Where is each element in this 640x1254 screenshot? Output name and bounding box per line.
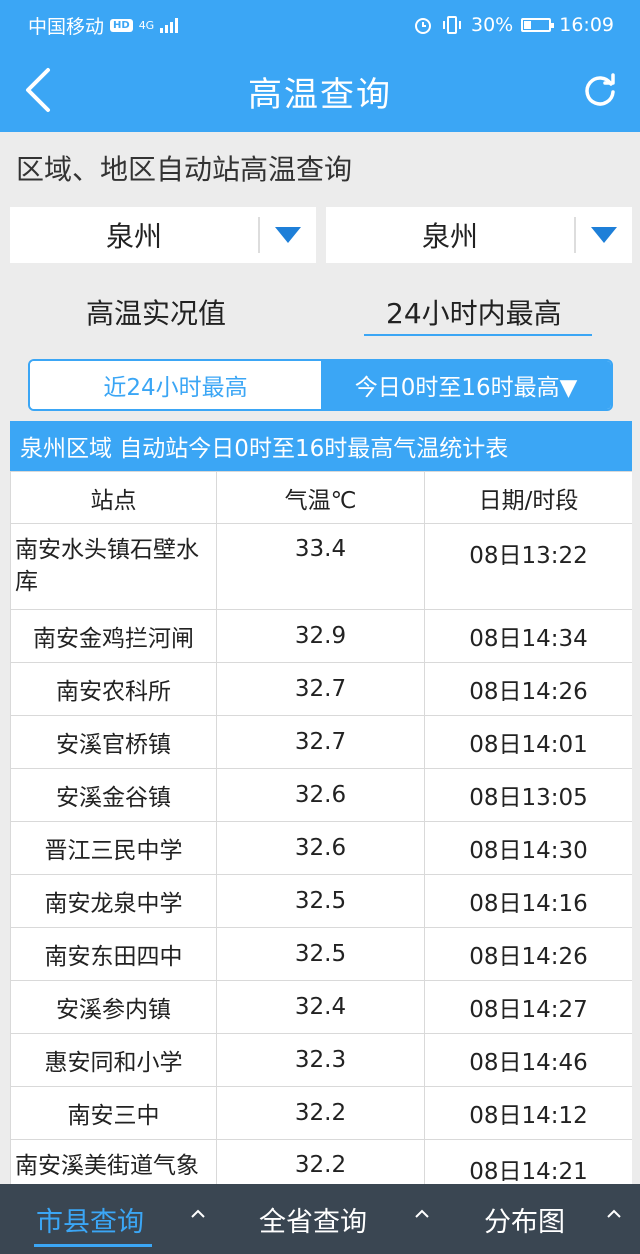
table-caption: 泉州区域 自动站今日0时至16时最高气温统计表 — [10, 421, 632, 471]
cell-temp: 32.6 — [216, 821, 425, 875]
table-row[interactable]: 南安金鸡拦河闸 32.9 08日14:34 — [10, 609, 632, 663]
table-row[interactable]: 南安溪美街道气象 32.2 08日14:21 — [10, 1139, 632, 1184]
cell-temp: 32.7 — [216, 715, 425, 769]
mode-active-underline — [364, 334, 592, 336]
table-row[interactable]: 南安龙泉中学 32.5 08日14:16 — [10, 874, 632, 928]
table-row[interactable]: 南安三中 32.2 08日14:12 — [10, 1086, 632, 1140]
cell-station: 安溪参内镇 — [10, 980, 217, 1034]
cell-station: 南安三中 — [10, 1086, 217, 1140]
caret-up-icon[interactable] — [604, 1204, 624, 1224]
header-temp: 气温℃ — [216, 471, 425, 524]
title-bar: 高温查询 — [0, 50, 640, 132]
cell-time: 08日14:26 — [424, 927, 632, 981]
cell-time: 08日14:01 — [424, 715, 632, 769]
cell-time: 08日14:30 — [424, 821, 632, 875]
cell-time: 08日14:27 — [424, 980, 632, 1034]
vibrate-icon — [443, 16, 461, 34]
area-select[interactable]: 泉州 — [326, 207, 632, 263]
cell-time: 08日14:46 — [424, 1033, 632, 1087]
temperature-table: 站点 气温℃ 日期/时段 南安水头镇石壁水库 33.4 08日13:22 南安金… — [10, 471, 632, 1184]
battery-percent: 30% — [471, 14, 514, 36]
refresh-icon — [585, 73, 615, 106]
battery-icon — [521, 18, 555, 32]
seg-today-0-16[interactable]: 今日0时至16时最高▼ — [321, 361, 611, 409]
table-row[interactable]: 安溪金谷镇 32.6 08日13:05 — [10, 768, 632, 822]
table-row[interactable]: 安溪官桥镇 32.7 08日14:01 — [10, 715, 632, 769]
table-row[interactable]: 惠安同和小学 32.3 08日14:46 — [10, 1033, 632, 1087]
page-title: 高温查询 — [248, 74, 392, 115]
bottom-nav: 市县查询 全省查询 分布图 — [0, 1184, 640, 1254]
nav-active-underline — [34, 1244, 152, 1247]
alarm-icon — [415, 18, 431, 34]
header-time: 日期/时段 — [424, 471, 632, 524]
header-station: 站点 — [10, 471, 217, 524]
dropdown-arrow-icon[interactable] — [258, 217, 316, 253]
carrier-label: 中国移动 — [28, 15, 105, 38]
cell-time: 08日14:21 — [424, 1139, 632, 1184]
network-label: 4G — [138, 18, 155, 32]
cell-time: 08日13:05 — [424, 768, 632, 822]
cell-temp: 32.3 — [216, 1033, 425, 1087]
region-select-value: 泉州 — [105, 220, 162, 253]
hd-badge: HD — [110, 18, 133, 32]
section-title: 区域、地区自动站高温查询 — [16, 153, 353, 186]
table-row[interactable]: 晋江三民中学 32.6 08日14:30 — [10, 821, 632, 875]
back-button[interactable] — [8, 60, 68, 120]
table-row[interactable]: 南安东田四中 32.5 08日14:26 — [10, 927, 632, 981]
status-bar: 中国移动 HD 4G 30% 16:09 — [0, 0, 640, 50]
cell-station: 安溪金谷镇 — [10, 768, 217, 822]
chevron-left-icon — [26, 68, 50, 112]
nav-province-query-label: 全省查询 — [259, 1206, 367, 1238]
mode-realtime-tab[interactable]: 高温实况值 — [86, 292, 226, 332]
cell-time: 08日14:16 — [424, 874, 632, 928]
cell-time: 08日14:34 — [424, 609, 632, 663]
status-left: 中国移动 HD 4G — [28, 12, 179, 39]
clock-time: 16:09 — [559, 14, 614, 36]
status-right: 30% 16:09 — [413, 14, 614, 36]
seg-last-24h[interactable]: 近24小时最高 — [30, 361, 321, 409]
table-header-row: 站点 气温℃ 日期/时段 — [10, 471, 632, 524]
caret-up-icon[interactable] — [412, 1204, 432, 1224]
cell-station: 南安溪美街道气象 — [10, 1139, 217, 1184]
cell-station: 南安金鸡拦河闸 — [10, 609, 217, 663]
cell-temp: 32.5 — [216, 927, 425, 981]
cell-time: 08日13:22 — [424, 523, 632, 610]
data-table-container[interactable]: 站点 气温℃ 日期/时段 南安水头镇石壁水库 33.4 08日13:22 南安金… — [10, 471, 632, 1184]
table-row[interactable]: 南安农科所 32.7 08日14:26 — [10, 662, 632, 716]
cell-station: 南安龙泉中学 — [10, 874, 217, 928]
cell-station: 惠安同和小学 — [10, 1033, 217, 1087]
cell-temp: 32.7 — [216, 662, 425, 716]
cell-temp: 32.5 — [216, 874, 425, 928]
cell-temp: 32.9 — [216, 609, 425, 663]
cell-time: 08日14:12 — [424, 1086, 632, 1140]
mode-24h-tab[interactable]: 24小时内最高 — [386, 292, 562, 332]
dropdown-arrow-icon[interactable] — [574, 217, 632, 253]
nav-distribution-map-label: 分布图 — [484, 1206, 565, 1238]
period-segmented-control: 近24小时最高 今日0时至16时最高▼ — [28, 359, 613, 411]
signal-icon — [160, 17, 179, 33]
cell-temp: 32.2 — [216, 1086, 425, 1140]
caret-up-icon[interactable] — [188, 1204, 208, 1224]
nav-province-query[interactable]: 全省查询 — [259, 1184, 367, 1254]
table-row[interactable]: 安溪参内镇 32.4 08日14:27 — [10, 980, 632, 1034]
table-row[interactable]: 南安水头镇石壁水库 33.4 08日13:22 — [10, 523, 632, 610]
cell-station: 南安农科所 — [10, 662, 217, 716]
refresh-button[interactable] — [574, 64, 626, 116]
cell-temp: 33.4 — [216, 523, 425, 610]
nav-distribution-map[interactable]: 分布图 — [484, 1184, 565, 1254]
cell-temp: 32.4 — [216, 980, 425, 1034]
cell-temp: 32.2 — [216, 1139, 425, 1184]
cell-temp: 32.6 — [216, 768, 425, 822]
cell-time: 08日14:26 — [424, 662, 632, 716]
area-select-value: 泉州 — [421, 220, 478, 253]
cell-station: 晋江三民中学 — [10, 821, 217, 875]
region-select[interactable]: 泉州 — [10, 207, 316, 263]
cell-station: 安溪官桥镇 — [10, 715, 217, 769]
cell-station: 南安东田四中 — [10, 927, 217, 981]
nav-city-query-label: 市县查询 — [36, 1206, 144, 1238]
cell-station: 南安水头镇石壁水库 — [10, 523, 217, 610]
